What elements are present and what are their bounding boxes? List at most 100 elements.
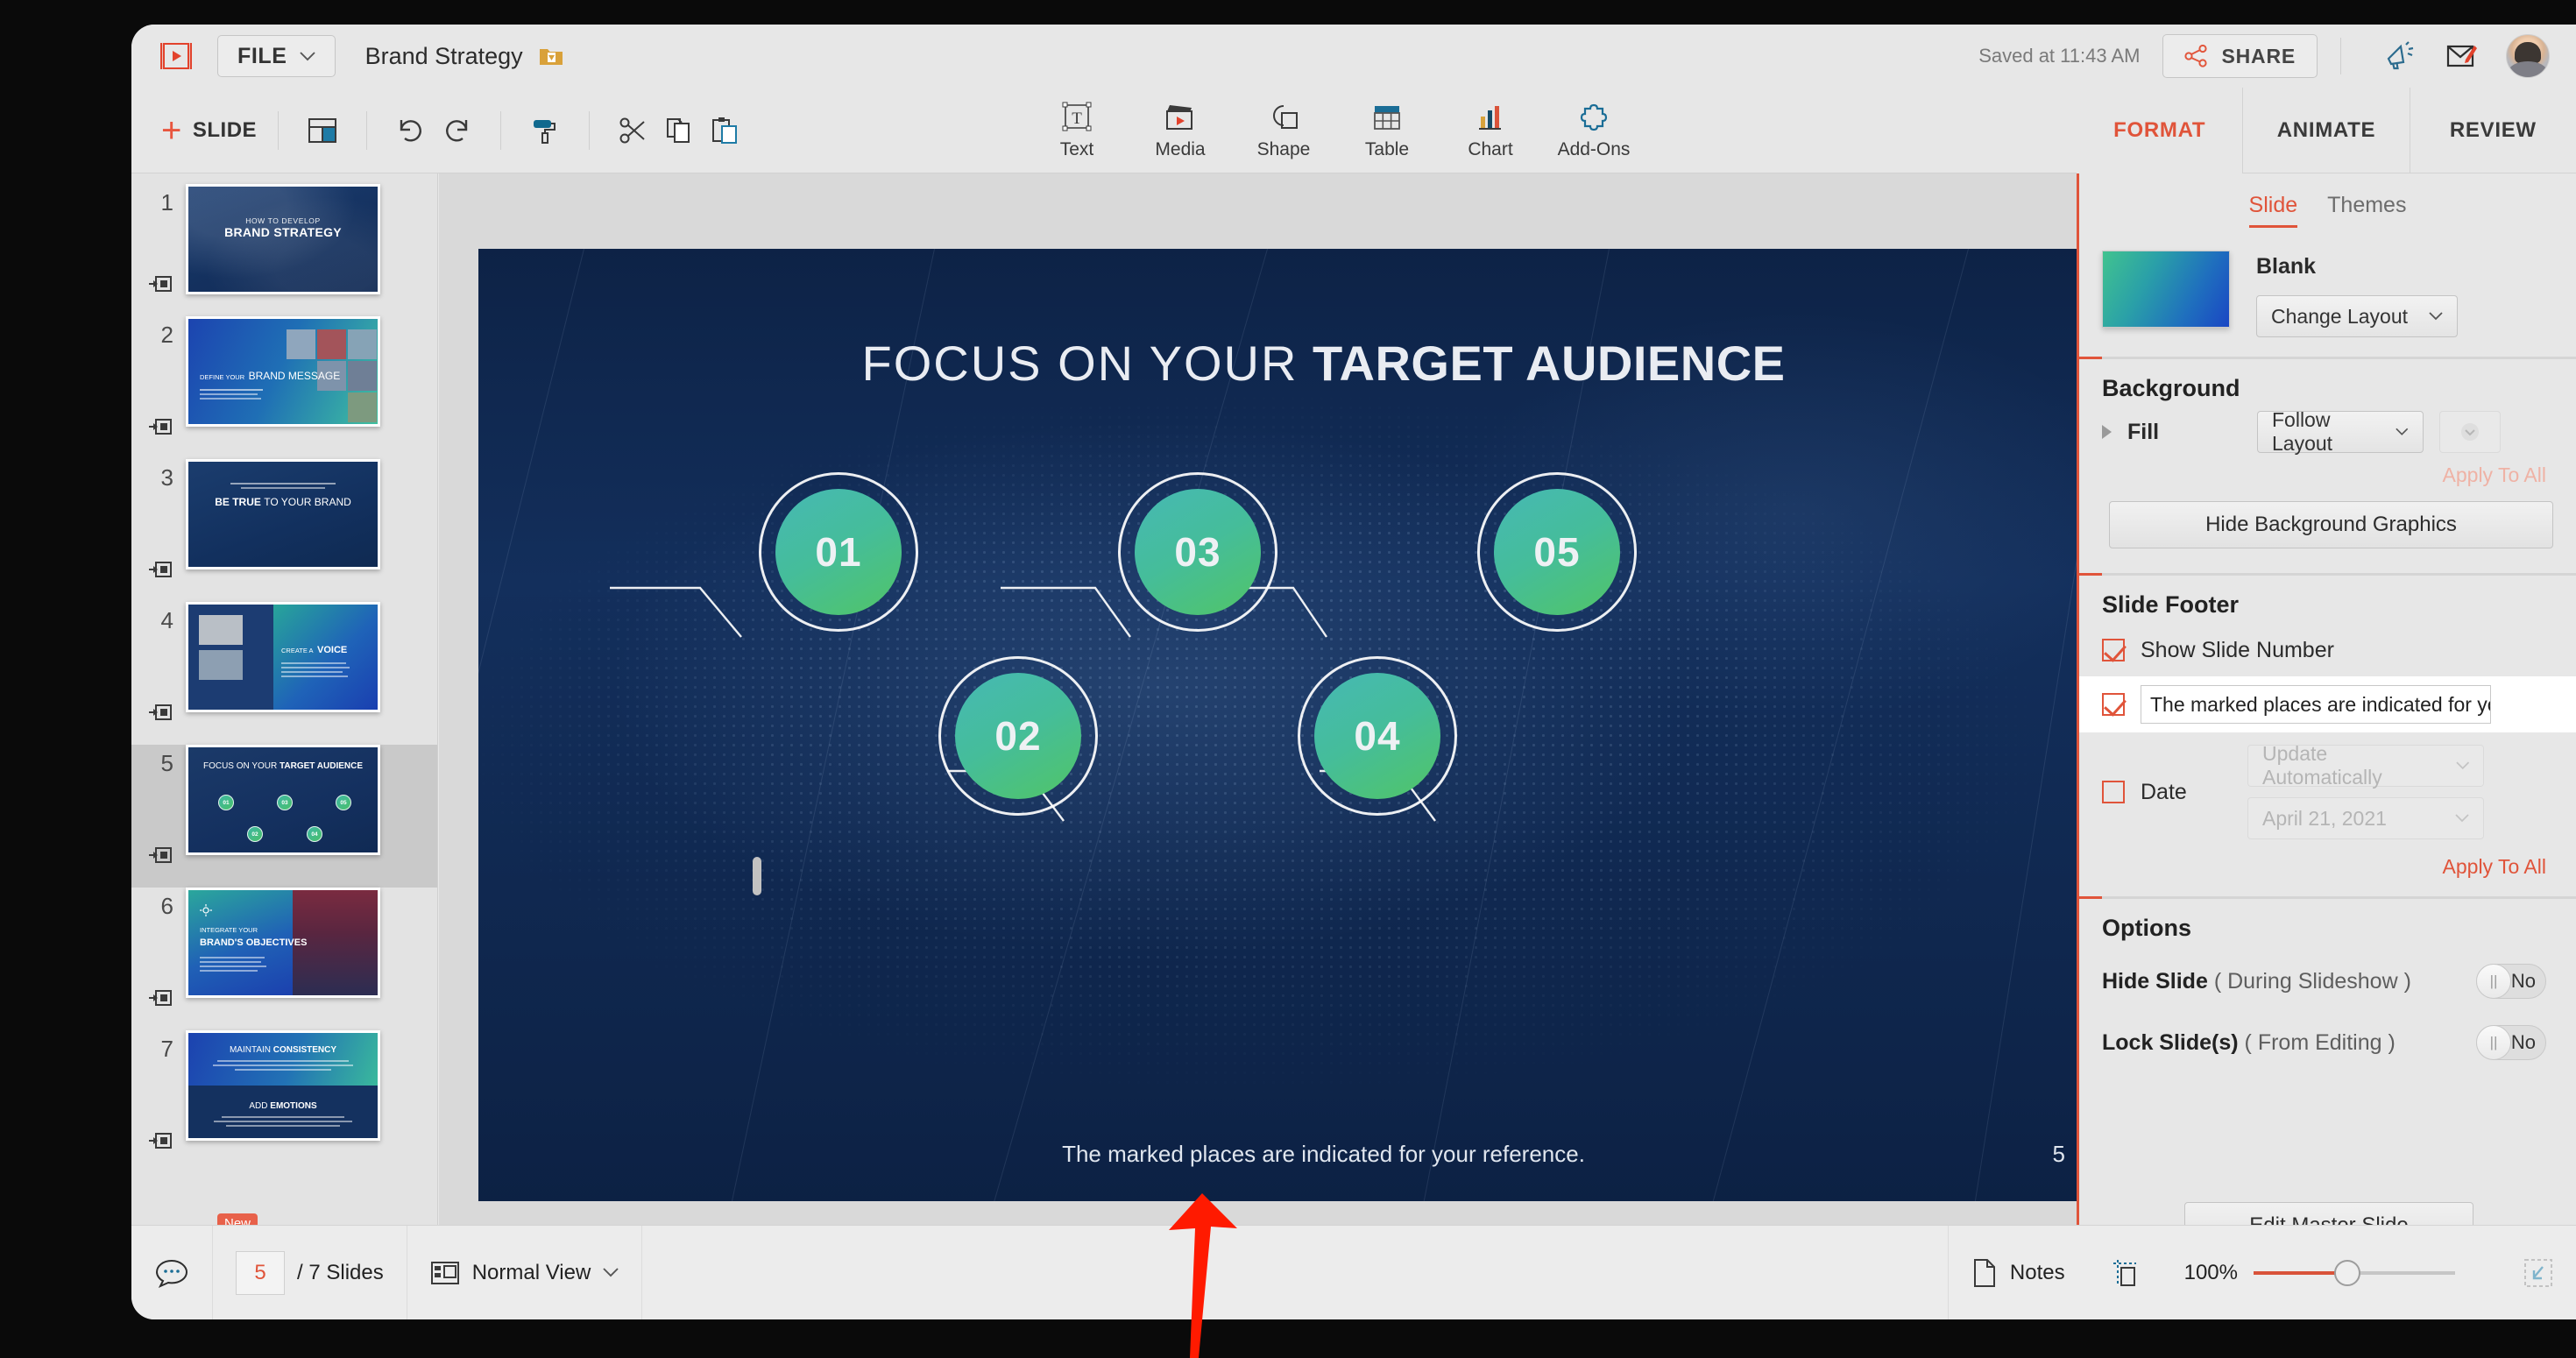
hide-slide-toggle[interactable]: || No [2476,964,2546,999]
footer-text-checkbox[interactable] [2102,693,2125,716]
current-slide-input[interactable]: 5 [236,1251,285,1295]
slide-thumbnail-4[interactable]: 4 CREATE A VOICE [131,602,437,745]
show-slide-number-checkbox[interactable] [2102,639,2125,661]
node-02[interactable]: 02 [938,656,1098,816]
transition-icon[interactable] [149,845,172,865]
slide-thumb-image[interactable]: FOCUS ON YOUR TARGET AUDIENCE 01 03 05 0… [186,745,380,855]
subtab-themes[interactable]: Themes [2327,193,2406,228]
fit-to-screen-icon[interactable] [2523,1258,2553,1288]
layout-preview-thumb[interactable] [2102,251,2230,328]
insert-table-button[interactable]: Table [1335,90,1439,171]
slide-canvas-area[interactable]: FOCUS ON YOUR TARGET AUDIENCE 01 03 05 0… [439,173,2190,1279]
panel-resize-handle[interactable] [753,857,761,895]
slide-position[interactable]: 5 / 7 Slides [213,1226,407,1320]
show-slide-number-row[interactable]: Show Slide Number [2079,627,2576,673]
footer-apply-to-all[interactable]: Apply To All [2079,839,2576,879]
date-checkbox[interactable] [2102,781,2125,803]
insert-addons-button[interactable]: Add-Ons [1542,90,1645,171]
options-section-title: Options [2079,899,2576,951]
slide-thumb-image[interactable]: INTEGRATE YOUR BRAND'S OBJECTIVES [186,888,380,998]
user-avatar[interactable] [2506,34,2550,78]
footer-text-row[interactable]: The marked places are indicated for your… [2079,676,2576,732]
slide-thumbnail-7[interactable]: 7 MAINTAIN CONSISTENCY ADD EMOTIONS [131,1030,437,1173]
fill-dropdown[interactable]: Follow Layout [2257,411,2424,453]
transition-icon[interactable] [149,560,172,579]
add-slide-button[interactable]: + SLIDE [161,118,257,143]
date-value-dropdown[interactable]: April 21, 2021 [2247,797,2484,839]
folder-move-icon[interactable] [539,45,563,67]
view-mode-dropdown[interactable]: Normal View [407,1226,643,1320]
tab-animate[interactable]: ANIMATE [2242,88,2409,173]
transition-icon[interactable] [149,988,172,1008]
comments-button[interactable] [131,1226,213,1320]
redo-icon[interactable] [434,108,479,153]
chevron-circle-down-icon [2460,422,2480,442]
slide-thumbnail-5[interactable]: 5 FOCUS ON YOUR TARGET AUDIENCE 01 03 05… [131,745,437,888]
zoom-slider-knob[interactable] [2334,1260,2360,1286]
slide-thumb-image[interactable]: BE TRUE TO YOUR BRAND [186,459,380,569]
show-slide-number-label: Show Slide Number [2141,638,2334,663]
notes-button[interactable]: Notes [1948,1226,2088,1320]
tab-format[interactable]: FORMAT [2077,88,2242,173]
slide-thumb-image[interactable]: HOW TO DEVELOP BRAND STRATEGY [186,184,380,294]
date-row[interactable]: Date Update Automatically April 21, 2021 [2079,745,2576,839]
share-button[interactable]: SHARE [2162,34,2318,78]
zoom-slider[interactable] [2254,1271,2455,1275]
format-panel: Slide Themes Blank Change Layout Backgro… [2077,173,2576,1279]
slide-thumb-image[interactable]: CREATE A VOICE [186,602,380,712]
undo-icon[interactable] [388,108,434,153]
slide-editor[interactable]: FOCUS ON YOUR TARGET AUDIENCE 01 03 05 0… [478,249,2169,1201]
transition-icon[interactable] [149,703,172,722]
slide-thumbnail-3[interactable]: 3 BE TRUE TO YOUR BRAND [131,459,437,602]
snap-to-grid-button[interactable] [2088,1226,2162,1320]
transition-icon[interactable] [149,274,172,294]
paste-icon[interactable] [702,108,747,153]
insert-chart-button[interactable]: Chart [1439,90,1542,171]
date-mode-dropdown[interactable]: Update Automatically [2247,745,2484,787]
change-layout-dropdown[interactable]: Change Layout [2256,295,2458,337]
document-title[interactable]: Brand Strategy [365,43,523,70]
edit-envelope-icon[interactable] [2438,33,2487,79]
scissors-icon[interactable] [611,108,656,153]
slide-footer-text[interactable]: The marked places are indicated for your… [478,1141,2169,1168]
insert-shape-button[interactable]: Shape [1232,90,1335,171]
node-05[interactable]: 05 [1477,472,1637,632]
lock-slide-toggle-value: No [2511,1031,2536,1054]
divider [2340,38,2341,74]
footer-text-input[interactable]: The marked places are indicated for your… [2141,685,2491,724]
megaphone-icon[interactable] [2376,33,2425,79]
lock-slide-toggle[interactable]: || No [2476,1025,2546,1060]
node-04[interactable]: 04 [1298,656,1457,816]
thumb-line2: VOICE [317,645,347,655]
notes-label: Notes [2010,1261,2065,1285]
slide-thumb-image[interactable]: MAINTAIN CONSISTENCY ADD EMOTIONS [186,1030,380,1141]
tab-review[interactable]: REVIEW [2410,88,2576,173]
transition-icon[interactable] [149,417,172,436]
slide-thumbnail-2[interactable]: 2 DEFINE YOUR BRAND MESSAGE [131,316,437,459]
normal-view-icon [430,1260,460,1286]
transition-icon[interactable] [149,1131,172,1150]
thumb-line1: CREATE A [281,647,314,654]
paint-roller-icon[interactable] [522,108,568,153]
slide-thumbnail-1[interactable]: 1 HOW TO DEVELOP BRAND STRATEGY [131,173,437,316]
expand-triangle-icon[interactable] [2102,425,2112,439]
zoom-control[interactable]: 100% [2162,1258,2576,1288]
presentation-logo-icon[interactable] [156,37,196,75]
svg-text:T: T [1072,110,1082,128]
background-apply-to-all[interactable]: Apply To All [2079,453,2576,487]
slide-number-label: 3 [131,459,186,492]
slide-thumb-image[interactable]: DEFINE YOUR BRAND MESSAGE [186,316,380,427]
subtab-slide[interactable]: Slide [2249,193,2298,228]
saved-status: Saved at 11:43 AM [1978,45,2140,67]
node-03[interactable]: 03 [1118,472,1277,632]
insert-text-button[interactable]: T Text [1025,90,1129,171]
slide-thumbnail-6[interactable]: 6 INTEGRATE YOUR BRAND'S OBJECTIVES [131,888,437,1030]
slide-layout-icon[interactable] [300,108,345,153]
hide-background-graphics-button[interactable]: Hide Background Graphics [2109,501,2553,548]
file-menu-button[interactable]: FILE [217,35,336,77]
fill-color-swatch[interactable] [2439,411,2501,453]
copy-icon[interactable] [656,108,702,153]
insert-media-button[interactable]: Media [1129,90,1232,171]
node-01[interactable]: 01 [759,472,918,632]
slides-panel[interactable]: 1 HOW TO DEVELOP BRAND STRATEGY 2 [131,173,438,1227]
